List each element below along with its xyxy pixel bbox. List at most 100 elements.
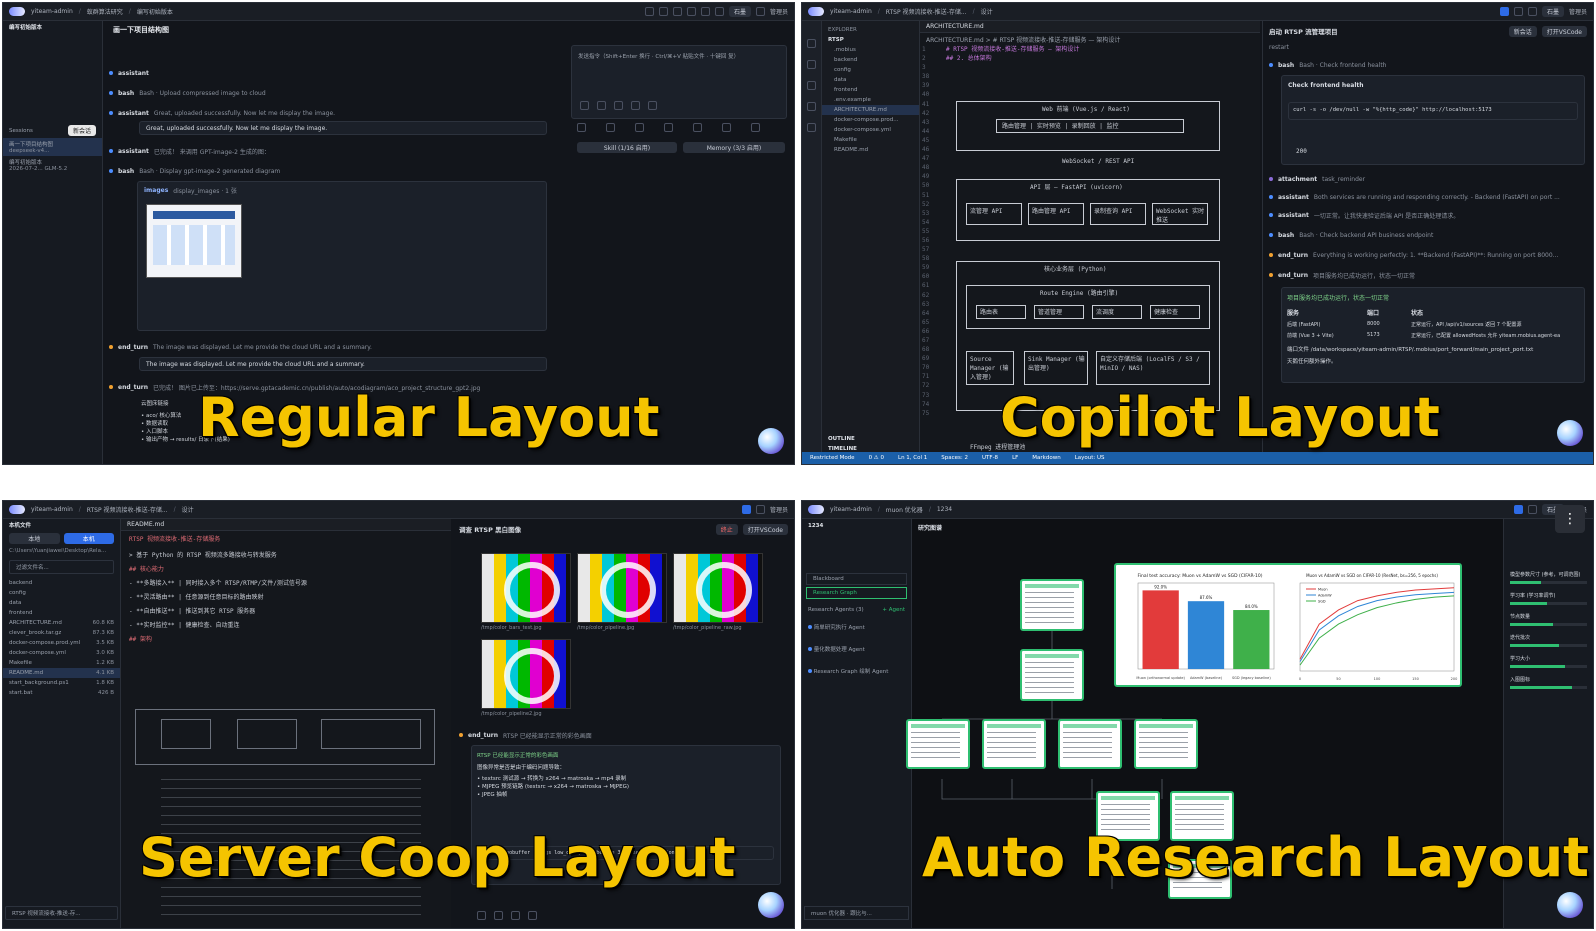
stone-button[interactable]: 石墨 [728,6,751,17]
status-item[interactable]: Restricted Mode [810,455,855,461]
agent-item[interactable]: 简单研究执行 Agent [802,621,911,633]
doc-icon[interactable] [577,123,586,132]
search-icon[interactable] [807,60,816,69]
file-tree-item[interactable]: config [3,588,120,598]
file-tree-item[interactable]: ARCHITECTURE.md 60.8 KB [3,618,120,628]
file-tree-item[interactable]: config [822,65,919,75]
search-icon[interactable] [672,7,682,16]
session-item[interactable]: 画一下项目结构图 deepseek-v4... [3,138,102,156]
memory-button[interactable]: Memory (3/3 启用) [683,142,785,153]
skill-button[interactable]: Skill (1/16 启用) [577,142,677,153]
breadcrumb-session[interactable]: 设计 [182,505,194,514]
breadcrumb-topic[interactable]: RTSP 视频流接收-推送-存储... [886,7,967,16]
breadcrumb-project[interactable]: yiteam-admin [830,506,872,513]
results-chart-node[interactable]: Final test accuracy: Muon vs AdamW vs SG… [1114,563,1462,687]
graph-node[interactable] [982,719,1046,769]
files-icon[interactable] [807,39,816,48]
file-tree-item[interactable]: start_background.ps1 1.8 KB [3,678,120,688]
file-tree-item[interactable]: .env.example [822,95,919,105]
event-row[interactable]: bash Bash · Upload compressed image to cl… [103,85,563,101]
layout-icon[interactable] [741,505,751,514]
extensions-icon[interactable] [807,123,816,132]
book-icon[interactable] [664,123,673,132]
search-icon[interactable] [1527,505,1537,514]
open-vscode-button[interactable]: 打开VSCode [742,523,788,535]
file-tree-item[interactable]: start.bat 426 B [3,688,120,698]
github-icon[interactable] [686,7,696,16]
agent-item[interactable]: 量化数据处理 Agent [802,643,911,655]
settings-icon[interactable] [631,101,640,110]
file-tree-item[interactable]: backend [3,578,120,588]
event-row[interactable]: bash Bash · Check backend API business en… [1263,227,1593,243]
file-tree-item[interactable]: ARCHITECTURE.md [822,105,919,115]
add-agent-button[interactable]: + Agent [882,607,905,613]
assistant-orb-icon[interactable] [758,892,784,918]
breadcrumb-project[interactable]: yiteam-admin [31,8,73,15]
new-session-button[interactable]: 新会话 [67,125,96,136]
history-icon[interactable] [494,911,503,920]
layout-icon[interactable] [1513,505,1523,514]
clock-icon[interactable] [714,7,724,16]
param-row[interactable]: 学习大小 [1504,651,1593,672]
event-row[interactable]: end_turn The image was displayed. Let me … [103,339,563,355]
breadcrumb-session[interactable]: 1234 [937,506,952,513]
breadcrumb-topic[interactable]: muon 优化器 [886,505,923,514]
research-graph-button[interactable]: Research Graph [806,587,907,599]
file-tree-item[interactable]: Makefile [822,135,919,145]
terminal-icon[interactable] [693,123,702,132]
assistant-orb-icon[interactable] [1557,420,1583,446]
add-icon[interactable] [644,7,654,16]
github-icon[interactable] [1527,7,1537,16]
event-row[interactable]: assistant 已完成！ 来调用 GPT-image-2 生成的图： [103,143,563,159]
param-row[interactable]: 节点数量 [1504,609,1593,630]
param-row[interactable]: 迭代批次 [1504,630,1593,651]
event-row[interactable]: bash Bash · Display gpt-image-2 generated… [103,163,563,179]
file-tree-item[interactable]: frontend [3,608,120,618]
file-tree-item[interactable]: README.md [822,145,919,155]
session-item[interactable]: 编写初始版本 2026-07-2... GLM-5.2 [3,156,102,174]
event-row[interactable]: bash Bash · Check frontend health [1263,57,1593,73]
session-tab[interactable]: muon 优化器 · 跟比与... [804,906,909,920]
event-row[interactable]: assistant Both services are running and r… [1263,189,1593,205]
file-tree-item[interactable]: docker-compose.yml 3.0 KB [3,648,120,658]
generated-diagram-image[interactable] [146,204,242,278]
event-row[interactable]: assistant [103,65,563,81]
folder-icon[interactable] [606,123,615,132]
admin-label[interactable]: 管理员 [1569,7,1587,16]
color-bar-image[interactable] [481,553,571,623]
add-icon[interactable] [477,911,486,920]
send-icon[interactable] [528,911,537,920]
filter-input[interactable]: 过滤文件名... [9,560,114,574]
search-icon[interactable] [1513,7,1523,16]
new-session-button[interactable]: 新会话 [1508,25,1537,37]
event-row[interactable]: assistant Great, uploaded successfully. N… [103,105,563,121]
file-tree-item[interactable]: README.md 4.1 KB [3,668,120,678]
color-bar-image[interactable] [673,553,763,623]
git-icon[interactable] [807,81,816,90]
layout-icon[interactable] [658,7,668,16]
file-tree-item[interactable]: .mobius [822,45,919,55]
prompt-input[interactable]: 发送指令（Shift+Enter 换行 · Ctrl/⌘+V 粘贴文件 · 十键… [571,45,787,119]
tree-icon[interactable] [722,123,731,132]
file-tree-item[interactable]: data [3,598,120,608]
open-vscode-button[interactable]: 打开VSCode [1541,25,1587,37]
event-row[interactable]: end_turn Everything is working perfectly:… [1263,247,1593,263]
tab-local[interactable]: 本地 [9,533,60,544]
tab-machine[interactable]: 本机 [63,533,114,544]
file-tree-item[interactable]: backend [822,55,919,65]
file-tree-item[interactable]: data [822,75,919,85]
search-icon[interactable] [755,505,765,514]
graph-node[interactable] [1020,649,1084,701]
admin-label[interactable]: 管理员 [770,505,788,514]
more-menu-icon[interactable]: ⋮ [1555,505,1585,533]
graph-node[interactable] [906,719,970,769]
editor-tab[interactable]: ARCHITECTURE.md [926,23,984,30]
breadcrumb-session[interactable]: 编写初始版本 [137,7,173,16]
editor-tab[interactable]: README.md [127,521,164,528]
breadcrumb-topic[interactable]: RTSP 视频流接收-推送-存储... [87,505,168,514]
add-icon[interactable] [580,101,589,110]
event-row[interactable]: assistant 一切正常。让我快速验证后端 API 是否正确处理请求。 [1263,207,1593,223]
breadcrumb-session[interactable]: 设计 [981,7,993,16]
outline-section[interactable]: OUTLINE [822,434,861,444]
mic-icon[interactable] [511,911,520,920]
